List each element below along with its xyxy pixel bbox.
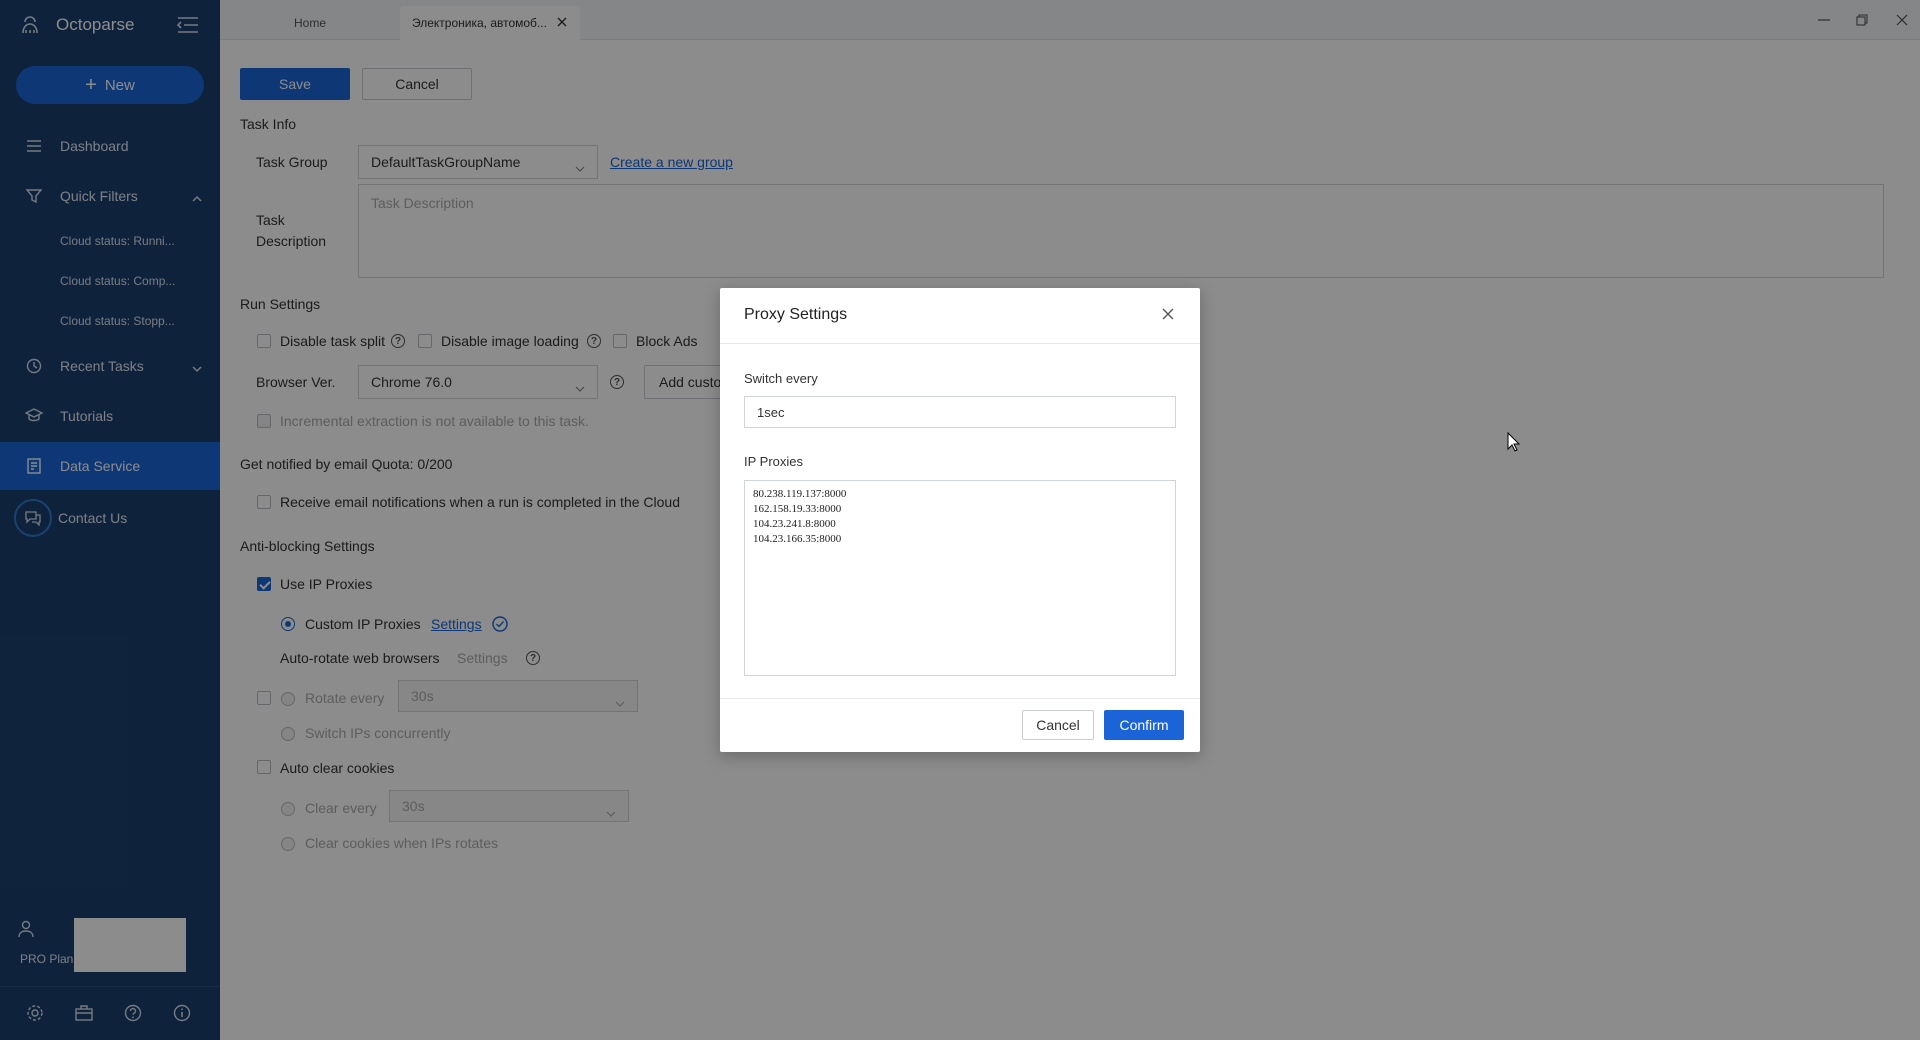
close-icon[interactable] <box>1160 306 1178 324</box>
divider <box>720 698 1200 699</box>
divider <box>720 343 1200 344</box>
dialog-confirm-button[interactable]: Confirm <box>1104 710 1184 740</box>
proxy-line: 80.238.119.137:8000 <box>753 488 847 500</box>
mouse-cursor-icon <box>1507 431 1521 455</box>
dialog-title: Proxy Settings <box>744 306 848 323</box>
proxy-line: 104.23.166.35:8000 <box>753 533 842 545</box>
proxy-settings-dialog: Proxy Settings Switch every 1sec IP Prox… <box>720 288 1200 752</box>
proxy-line: 104.23.241.8:8000 <box>753 518 836 530</box>
dialog-cancel-button[interactable]: Cancel <box>1022 710 1094 740</box>
proxy-line: 162.158.19.33:8000 <box>753 503 842 515</box>
switch-every-input[interactable]: 1sec <box>744 396 1176 428</box>
ip-proxies-label: IP Proxies <box>744 454 804 469</box>
ip-proxies-textarea[interactable]: 80.238.119.137:8000 162.158.19.33:8000 1… <box>744 480 1176 676</box>
switch-every-label: Switch every <box>744 371 818 386</box>
